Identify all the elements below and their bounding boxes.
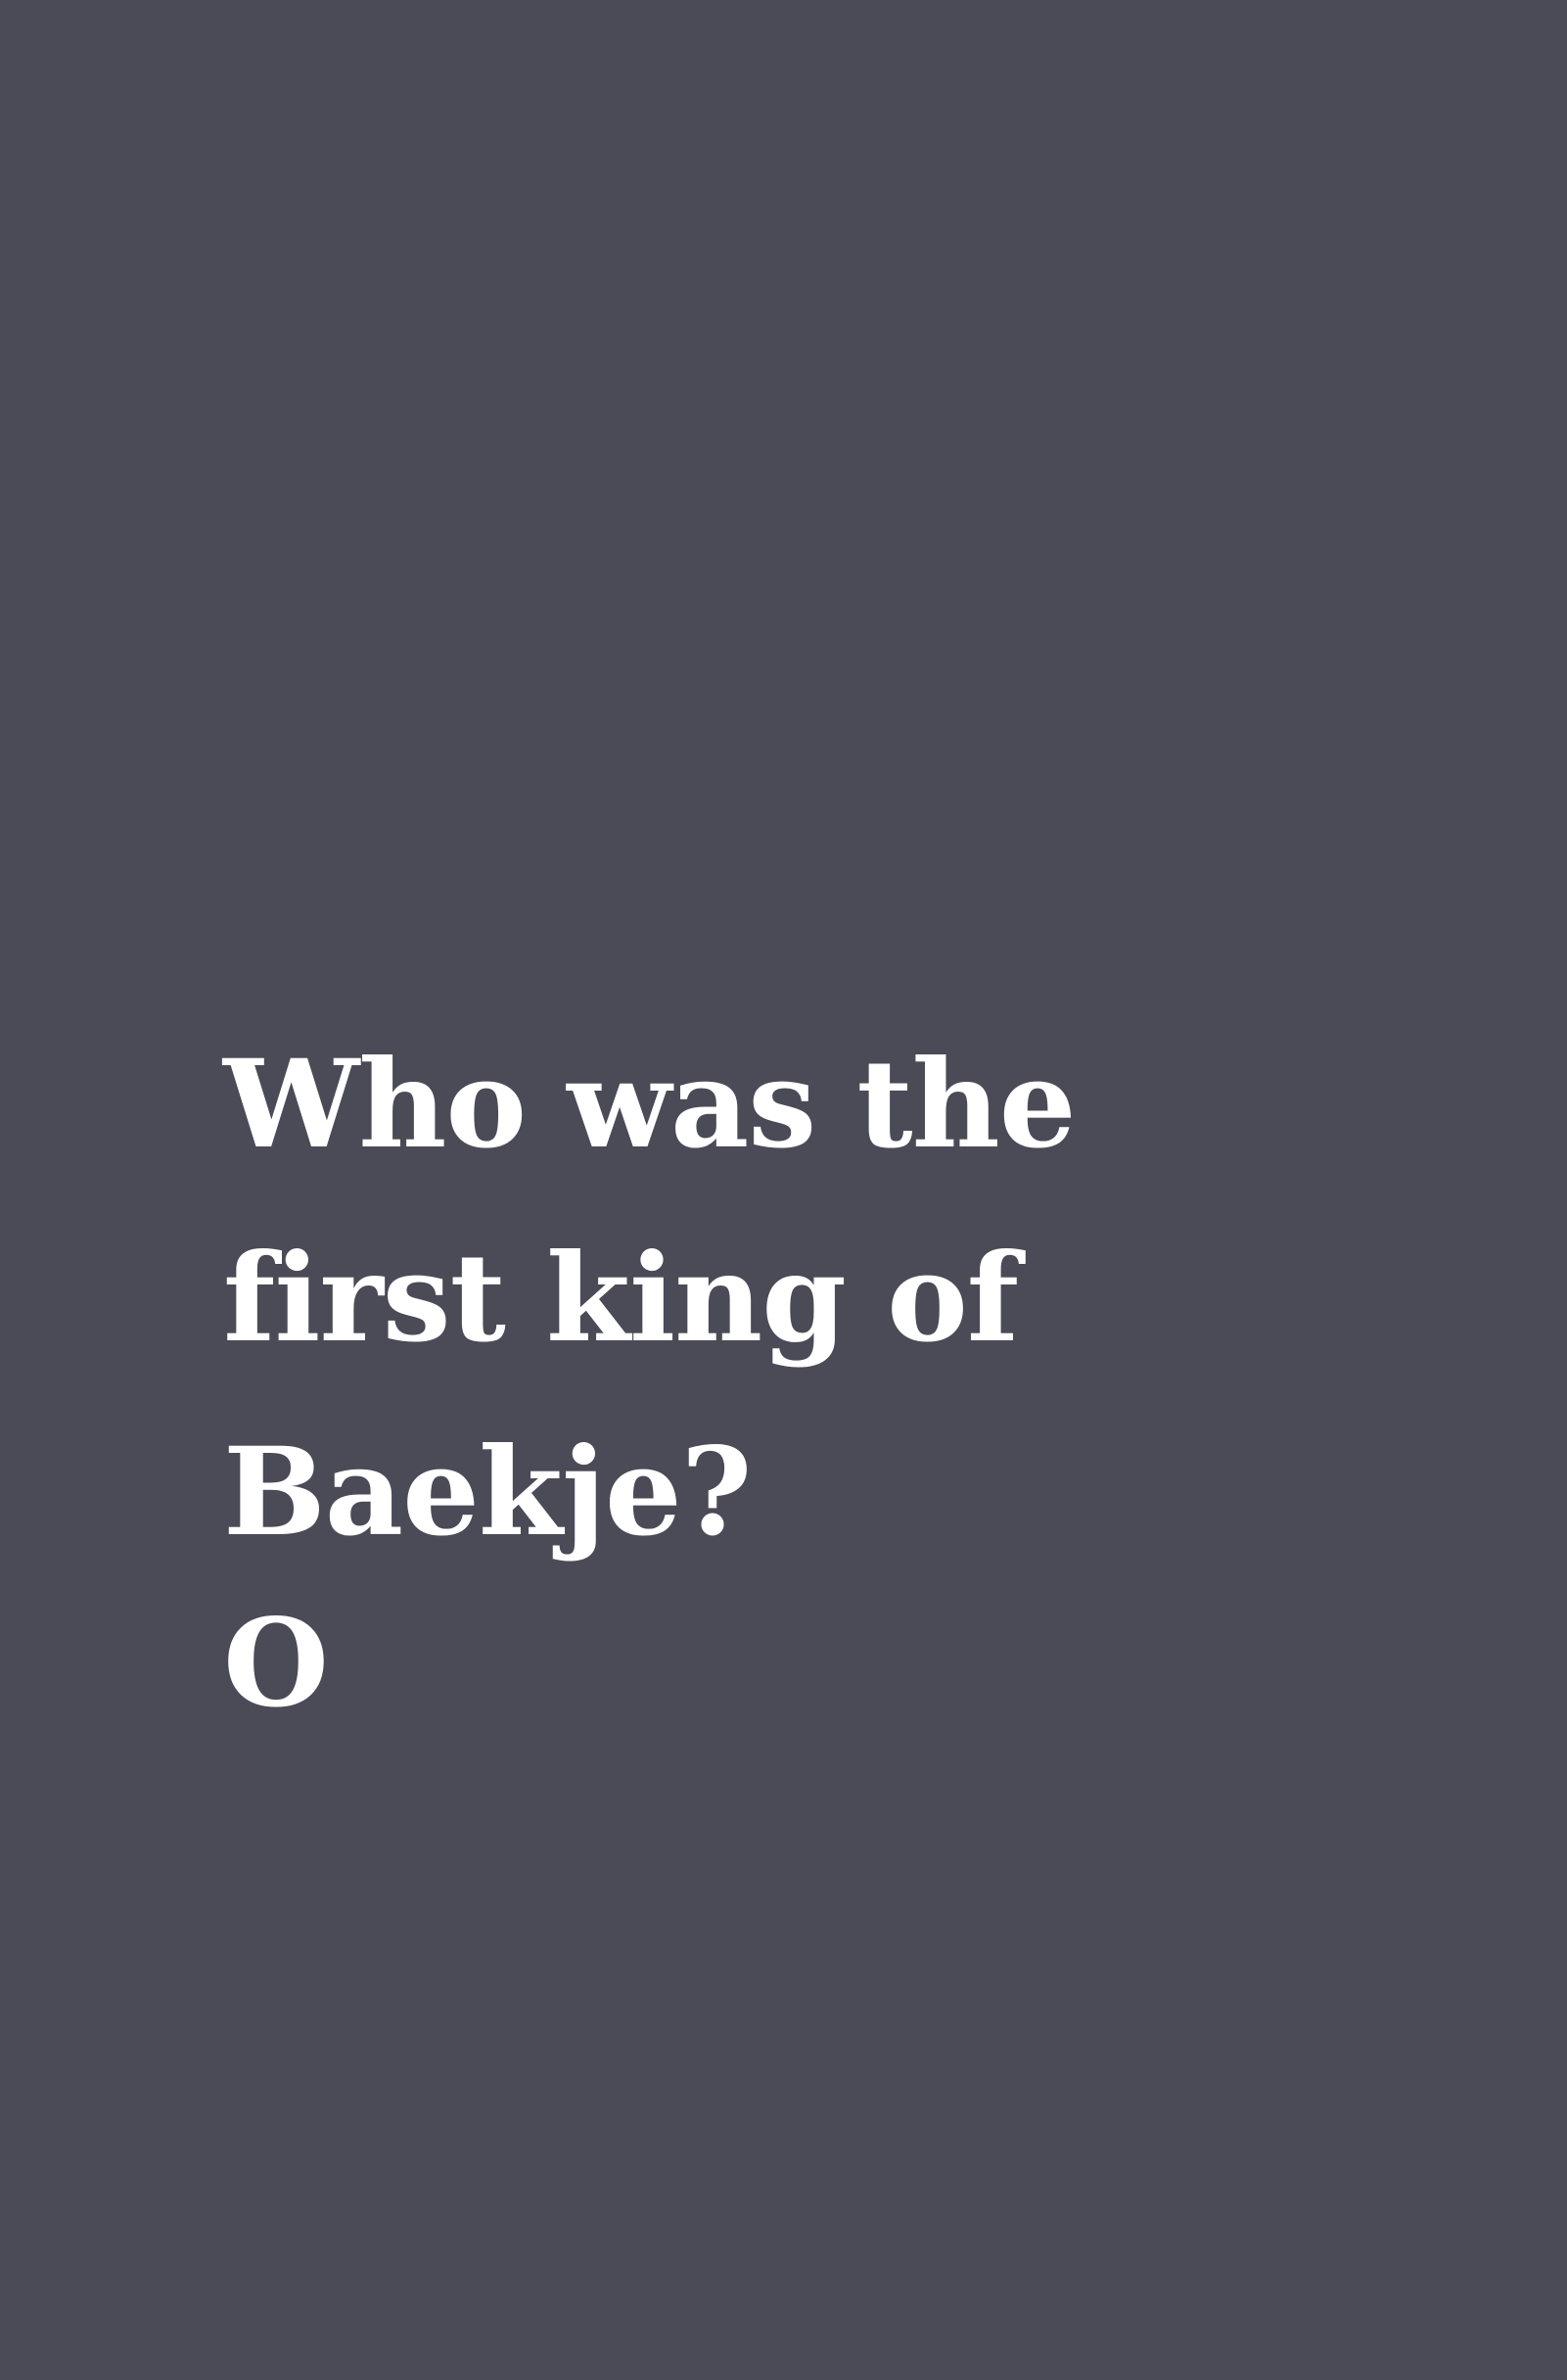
- answer-text: O: [223, 1593, 330, 1735]
- flashcard: Who was the first king of Baekje? O: [0, 0, 1567, 2380]
- question-text: Who was the first king of Baekje?: [223, 1034, 1077, 1563]
